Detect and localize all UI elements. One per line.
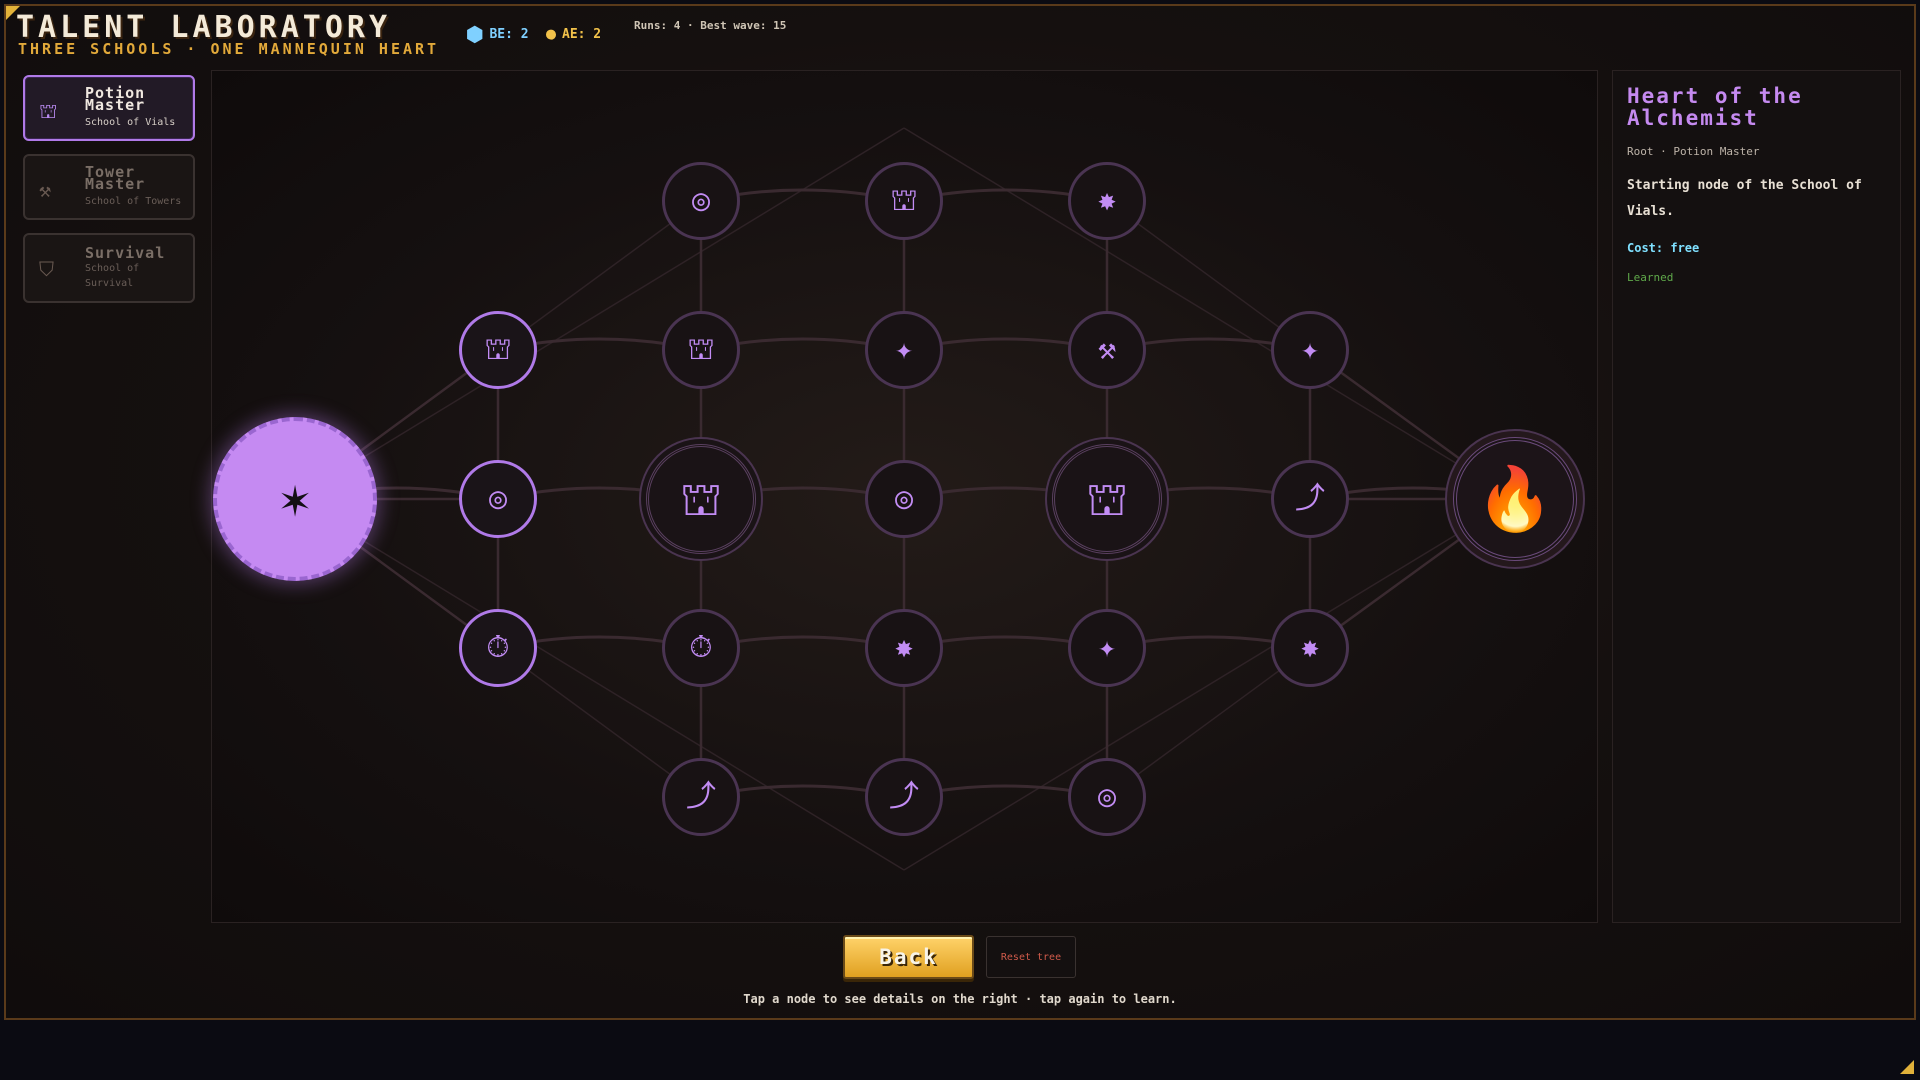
star-burst-icon: ✶ [279, 470, 311, 528]
potion-icon: ⛫ [679, 472, 723, 526]
details-panel: Heart of the Alchemist Root · Potion Mas… [1612, 70, 1901, 923]
sparkle-icon: ✦ [1300, 332, 1320, 367]
frame-corner [1900, 1060, 1914, 1074]
arrow-up-icon: ⤴ [686, 779, 716, 814]
sparkle-icon: ✦ [894, 332, 914, 367]
page-subtitle: THREE SCHOOLS · ONE MANNEQUIN HEART [18, 40, 440, 58]
crystal-icon: ⬢ [466, 22, 484, 46]
ae-counter: ⏺ AE: 2 [546, 24, 601, 44]
talent-node-n3c[interactable]: ✸ [865, 609, 943, 687]
school-name: Survival [85, 244, 166, 262]
talent-node-n4t[interactable]: ✸ [1068, 162, 1146, 240]
target-icon: ◎ [894, 481, 914, 516]
jar-icon: ⏺ [546, 22, 556, 46]
talent-node-n1b[interactable]: ◎ [459, 460, 537, 538]
talent-node-n2c[interactable]: ⏱ [662, 609, 740, 687]
potion-icon: ⛫ [484, 332, 512, 367]
potion-icon: ⛫ [890, 183, 918, 218]
talent-tree-board: ✶ ⛫ ◎ ⏱ ◎ ⛫ ⛫ ⏱ ⤴ ⛫ ✦ ◎ ✸ ⤴ ✸ ⚒ ⛫ ✦ ◎ ✦ ⤴ ✸ 🔥 [211, 70, 1598, 923]
target-icon: ◎ [1097, 779, 1117, 814]
talent-node-n2a[interactable]: ⛫ [662, 311, 740, 389]
arrow-up-icon: ⤴ [889, 779, 919, 814]
burst-icon: ✸ [1300, 630, 1320, 665]
tree-edge [294, 498, 905, 871]
school-tab-potion-master[interactable]: ⛫ Potion Master School of Vials [23, 75, 195, 141]
talent-node-n4b[interactable]: ⛫ [1052, 444, 1162, 554]
talent-node-n3a[interactable]: ✦ [865, 311, 943, 389]
potion-icon: ⛫ [39, 99, 58, 123]
talent-node-root[interactable]: ✶ [213, 417, 377, 581]
potion-icon: ⛫ [687, 332, 715, 367]
ae-label: AE: 2 [562, 26, 602, 42]
school-sub: School of Vials [85, 117, 176, 128]
back-button[interactable]: Back [843, 935, 974, 979]
arrow-up-icon: ⤴ [1295, 481, 1325, 516]
run-stats: Runs: 4 · Best wave: 15 [634, 19, 787, 32]
talent-node-n3d[interactable]: ⤴ [865, 758, 943, 836]
talent-node-n1a[interactable]: ⛫ [459, 311, 537, 389]
shield-icon: ⛉ [39, 257, 54, 281]
talent-node-n2b[interactable]: ⛫ [646, 444, 756, 554]
talent-node-n4c[interactable]: ✦ [1068, 609, 1146, 687]
talent-node-n3b[interactable]: ◎ [865, 460, 943, 538]
talent-node-n2t[interactable]: ◎ [662, 162, 740, 240]
talent-node-cap[interactable]: 🔥 [1453, 437, 1577, 561]
burst-icon: ✸ [894, 630, 914, 665]
details-state: Learned [1627, 271, 1674, 284]
potion-icon: ⛫ [1085, 472, 1129, 526]
be-counter: ⬢ BE: 2 [466, 24, 529, 44]
school-sub: School of Towers [85, 196, 182, 207]
talent-node-n5c[interactable]: ✸ [1271, 609, 1349, 687]
talent-node-n1c[interactable]: ⏱ [459, 609, 537, 687]
school-tab-survival[interactable]: ⛉ Survival School of Survival [23, 233, 195, 303]
school-sub: School of Survival [85, 263, 140, 289]
details-meta: Root · Potion Master [1627, 145, 1760, 158]
hammer-icon: ⚒ [39, 178, 52, 202]
school-name: Tower Master [85, 163, 146, 193]
details-title: Heart of the Alchemist [1627, 84, 1803, 130]
flame-icon: 🔥 [1476, 462, 1554, 535]
talent-node-n2d[interactable]: ⤴ [662, 758, 740, 836]
stopwatch-icon: ⏱ [689, 630, 713, 665]
talent-node-n5b[interactable]: ⤴ [1271, 460, 1349, 538]
target-icon: ◎ [691, 183, 711, 218]
tree-edge [903, 498, 1516, 871]
target-icon: ◎ [488, 481, 508, 516]
talent-node-n5a[interactable]: ✦ [1271, 311, 1349, 389]
talent-node-n4d[interactable]: ◎ [1068, 758, 1146, 836]
talent-node-n3t[interactable]: ⛫ [865, 162, 943, 240]
tree-edge [903, 127, 1516, 500]
school-tab-tower-master[interactable]: ⚒ Tower Master School of Towers [23, 154, 195, 220]
reset-tree-button[interactable]: Reset tree [986, 936, 1076, 978]
be-label: BE: 2 [489, 26, 529, 42]
sparkle-icon: ✦ [1097, 630, 1117, 665]
burst-icon: ✸ [1097, 183, 1117, 218]
details-description: Starting node of the School of Vials. [1627, 178, 1862, 219]
stopwatch-icon: ⏱ [486, 630, 510, 665]
talent-node-n4a[interactable]: ⚒ [1068, 311, 1146, 389]
school-sidebar: ⛫ Potion Master School of Vials ⚒ Tower … [23, 75, 195, 316]
hammer-icon: ⚒ [1097, 332, 1117, 367]
details-cost: Cost: free [1627, 241, 1700, 255]
tree-edge [294, 127, 905, 500]
hint-text: Tap a node to see details on the right ·… [743, 992, 1177, 1006]
school-name: Potion Master [85, 84, 146, 114]
